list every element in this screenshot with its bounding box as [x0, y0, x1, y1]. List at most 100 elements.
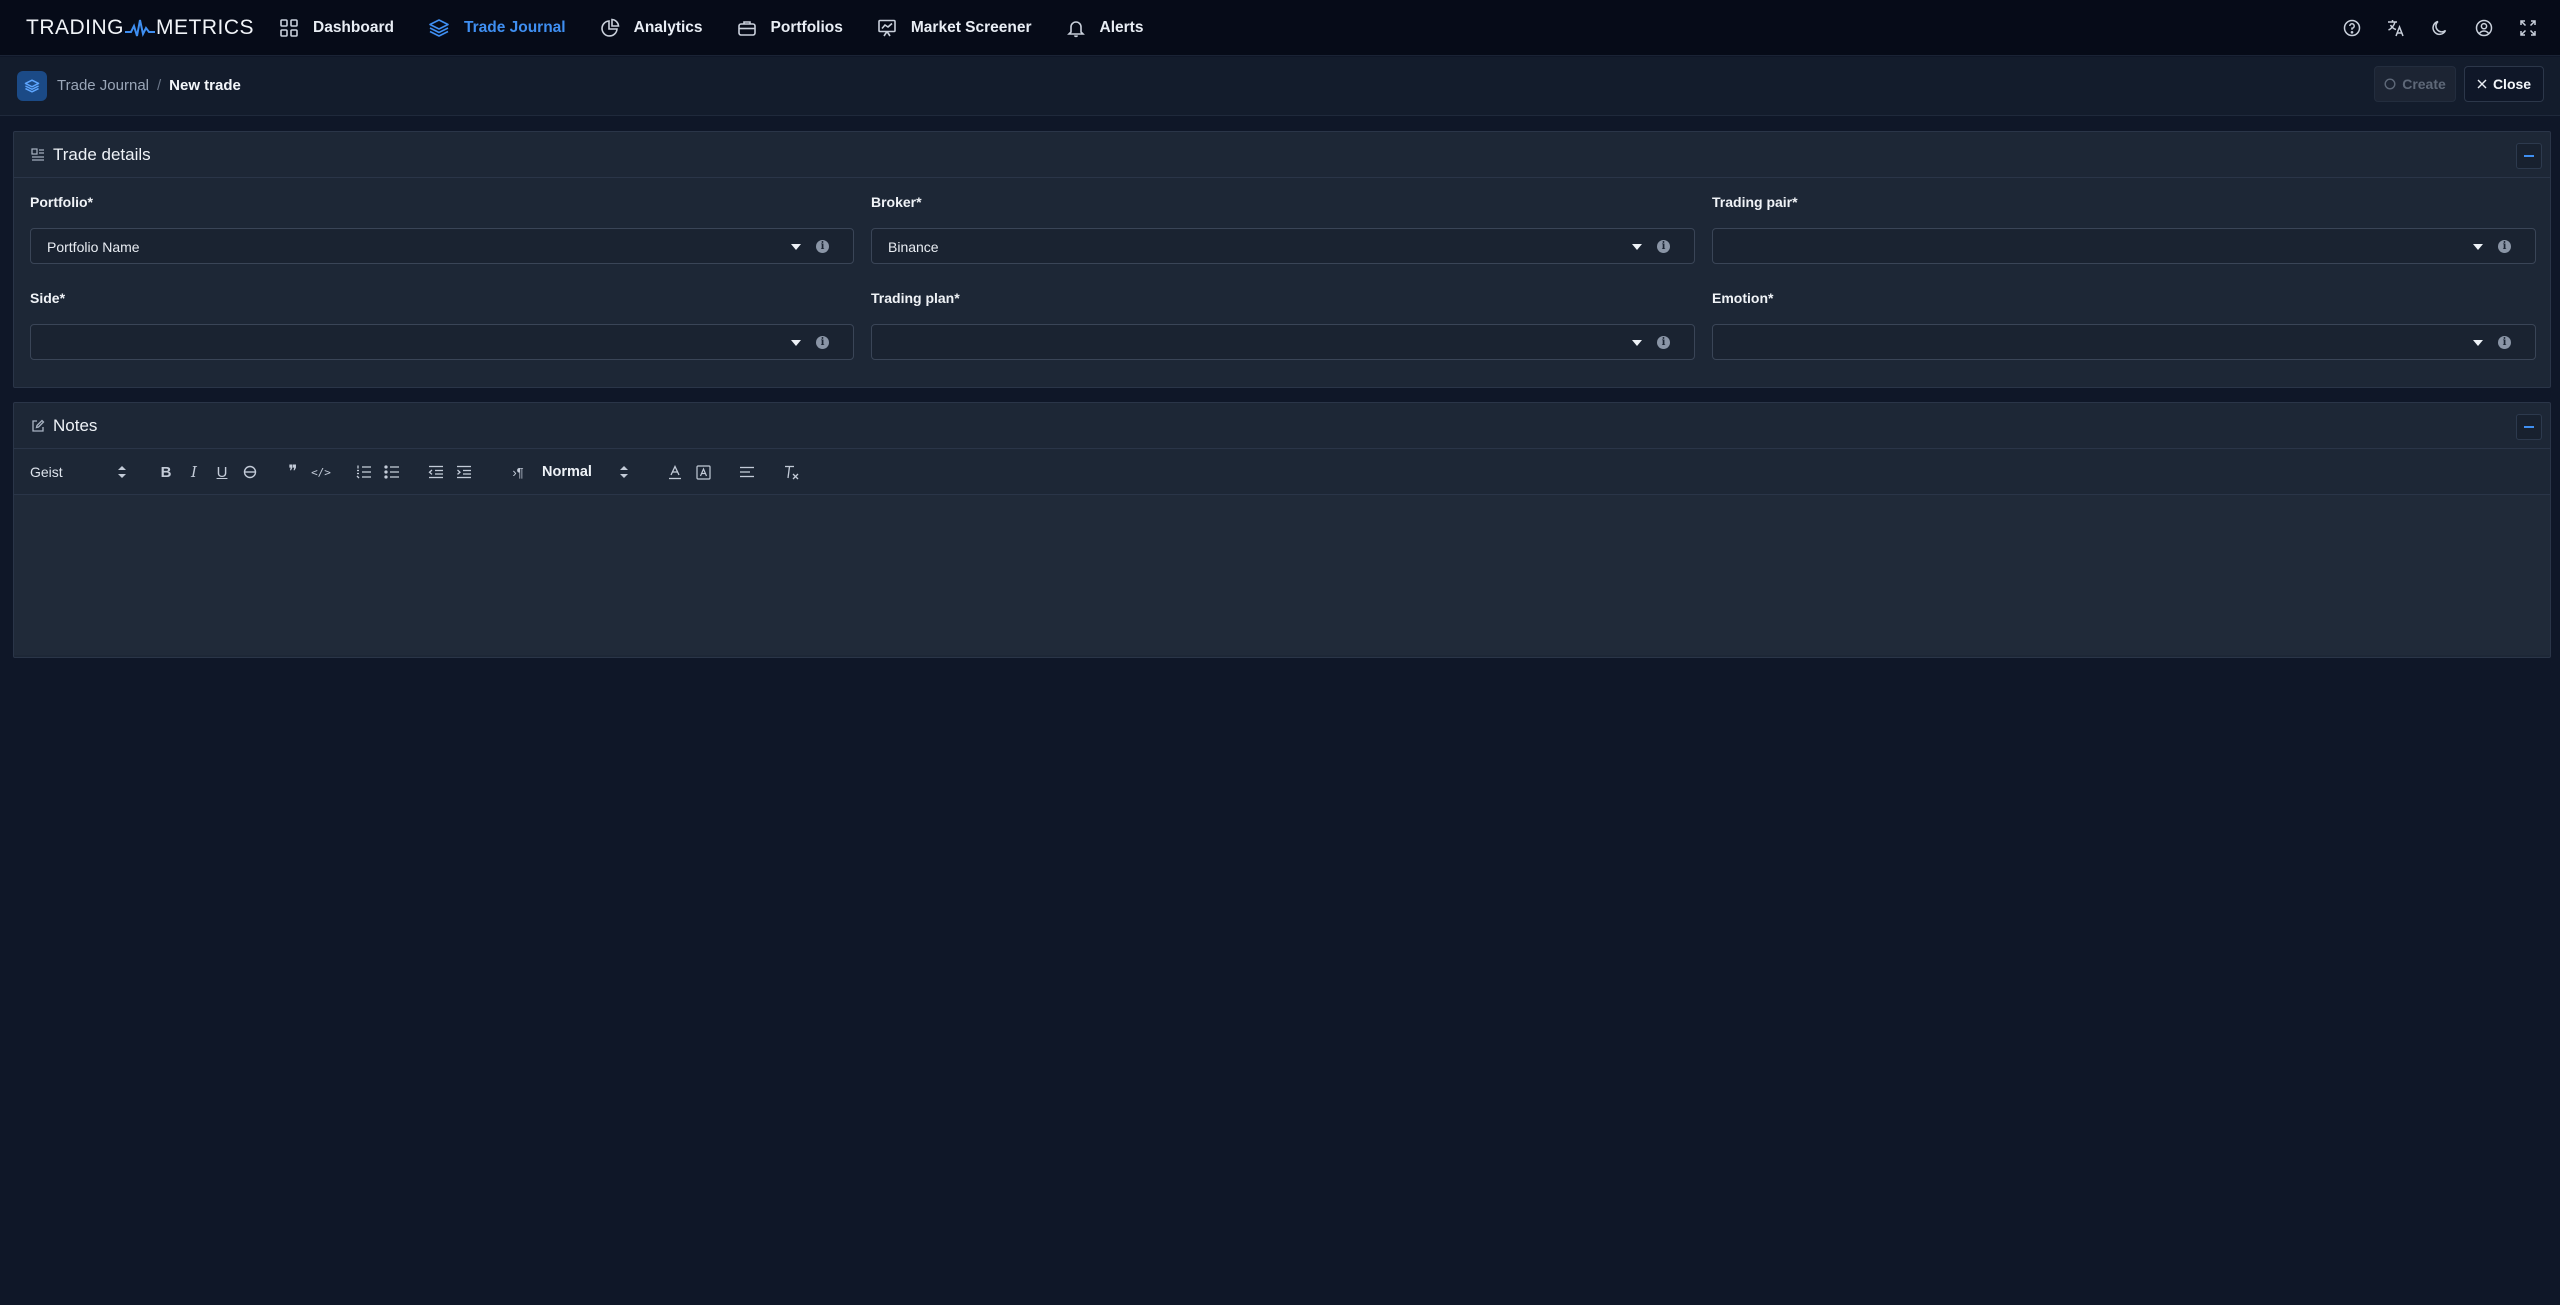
- nav-item-analytics[interactable]: Analytics: [600, 0, 703, 56]
- clear-format-icon: [785, 465, 799, 479]
- form-details-icon: [31, 147, 44, 161]
- bullet-list-button[interactable]: [383, 463, 401, 481]
- text-direction-icon: ›¶: [512, 464, 524, 480]
- presentation-chart-icon: [878, 19, 896, 36]
- notes-editor[interactable]: [14, 495, 2550, 655]
- broker-select[interactable]: Binance i: [871, 228, 1695, 264]
- close-label: Close: [2492, 76, 2532, 92]
- info-icon[interactable]: i: [2498, 240, 2511, 253]
- side-select[interactable]: i: [30, 324, 854, 360]
- info-icon[interactable]: i: [2498, 336, 2511, 349]
- info-icon[interactable]: i: [816, 240, 829, 253]
- ordered-list-button[interactable]: [355, 463, 373, 481]
- text-direction-button[interactable]: ›¶: [509, 463, 527, 481]
- blockquote-button[interactable]: ❞: [284, 462, 302, 481]
- code-button[interactable]: </>: [311, 463, 331, 481]
- strikethrough-icon: [243, 465, 257, 479]
- editor-toolbar: Geist B I U ❞ </> ›¶ Normal: [14, 449, 2550, 495]
- nav-item-market-screener[interactable]: Market Screener: [877, 0, 1032, 56]
- caret-down-icon[interactable]: [791, 244, 801, 250]
- indent-icon: [457, 465, 471, 479]
- collapse-trade-details-button[interactable]: [2516, 143, 2542, 169]
- emotion-select[interactable]: i: [1712, 324, 2536, 360]
- trading-pair-field: Trading pair* i: [1712, 194, 2536, 264]
- caret-down-icon[interactable]: [2473, 340, 2483, 346]
- emotion-field: Emotion* i: [1712, 290, 2536, 360]
- trading-plan-label: Trading plan*: [871, 290, 960, 306]
- nav-item-trade-journal[interactable]: Trade Journal: [428, 0, 566, 56]
- nav-label: Dashboard: [313, 18, 394, 36]
- portfolio-label: Portfolio*: [30, 194, 93, 210]
- create-label: Create: [2402, 76, 2446, 92]
- bullet-list-icon: [384, 465, 399, 479]
- translate-icon[interactable]: [2386, 18, 2406, 38]
- indent-button[interactable]: [455, 463, 473, 481]
- trading-plan-select[interactable]: i: [871, 324, 1695, 360]
- moon-icon[interactable]: [2430, 18, 2450, 38]
- ordered-list-icon: [356, 465, 371, 479]
- caret-down-icon[interactable]: [1632, 340, 1642, 346]
- emotion-label: Emotion*: [1712, 290, 1774, 306]
- portfolio-select[interactable]: Portfolio Name i: [30, 228, 854, 264]
- collapse-notes-button[interactable]: [2516, 414, 2542, 440]
- close-button[interactable]: Close: [2464, 66, 2544, 102]
- trading-plan-field: Trading plan* i: [871, 290, 1695, 360]
- page-header: Trade Journal / New trade Create Close: [0, 57, 2560, 116]
- bold-button[interactable]: B: [157, 463, 175, 481]
- trade-journal-badge: [17, 71, 47, 101]
- outdent-button[interactable]: [427, 463, 445, 481]
- logo-text-left: TRADING: [26, 15, 124, 39]
- grid-icon: [280, 18, 298, 37]
- breadcrumb-trade-journal[interactable]: Trade Journal: [57, 77, 149, 94]
- caret-down-icon[interactable]: [2473, 244, 2483, 250]
- trading-pair-select[interactable]: i: [1712, 228, 2536, 264]
- caret-down-icon[interactable]: [1632, 244, 1642, 250]
- portfolio-field: Portfolio* Portfolio Name i: [30, 194, 854, 264]
- top-navbar: TRADING METRICS Dashboard Trade Journal …: [0, 0, 2560, 56]
- trade-details-header: Trade details: [14, 132, 2550, 178]
- layers-icon: [429, 18, 449, 37]
- fullscreen-icon[interactable]: [2518, 18, 2538, 38]
- panel-title: Trade details: [53, 144, 151, 164]
- clear-formatting-button[interactable]: [783, 463, 801, 481]
- nav-label: Alerts: [1099, 18, 1144, 36]
- info-icon[interactable]: i: [1657, 240, 1670, 253]
- text-size-select[interactable]: Normal: [542, 463, 632, 481]
- nav-label: Market Screener: [910, 18, 1032, 36]
- info-icon[interactable]: i: [816, 336, 829, 349]
- notes-header: Notes: [14, 403, 2550, 449]
- strikethrough-button[interactable]: [241, 463, 259, 481]
- app-logo[interactable]: TRADING METRICS: [26, 16, 256, 40]
- broker-value: Binance: [888, 239, 939, 255]
- breadcrumb-current: New trade: [169, 77, 241, 94]
- help-icon[interactable]: [2342, 18, 2362, 38]
- underline-button[interactable]: U: [213, 463, 231, 481]
- nav-item-portfolios[interactable]: Portfolios: [737, 0, 843, 56]
- align-left-icon: [740, 466, 754, 478]
- italic-button[interactable]: I: [185, 463, 203, 481]
- logo-wave-icon: [125, 19, 155, 37]
- background-color-button[interactable]: [694, 463, 712, 481]
- create-button[interactable]: Create: [2374, 66, 2456, 102]
- user-icon[interactable]: [2474, 18, 2494, 38]
- info-icon[interactable]: i: [1657, 336, 1670, 349]
- nav-item-dashboard[interactable]: Dashboard: [279, 0, 394, 56]
- text-color-icon: [669, 464, 681, 479]
- top-right-icons: [2318, 0, 2538, 56]
- font-family-select[interactable]: Geist: [30, 463, 130, 481]
- notes-panel: Notes Geist B I U ❞ </> ›¶ Normal: [13, 402, 2551, 658]
- breadcrumb-separator: /: [157, 77, 162, 94]
- minus-icon: [2524, 155, 2534, 157]
- main-nav: Dashboard Trade Journal Analytics Portfo…: [279, 0, 1177, 56]
- align-button[interactable]: [738, 463, 756, 481]
- nav-item-alerts[interactable]: Alerts: [1066, 0, 1144, 56]
- broker-label: Broker*: [871, 194, 922, 210]
- caret-down-icon[interactable]: [791, 340, 801, 346]
- nav-label: Trade Journal: [463, 18, 566, 36]
- trading-pair-label: Trading pair*: [1712, 194, 1798, 210]
- minus-icon: [2524, 426, 2534, 428]
- portfolio-value: Portfolio Name: [47, 239, 140, 255]
- text-color-button[interactable]: [666, 463, 684, 481]
- edit-icon: [32, 419, 45, 432]
- bell-icon: [1066, 20, 1085, 37]
